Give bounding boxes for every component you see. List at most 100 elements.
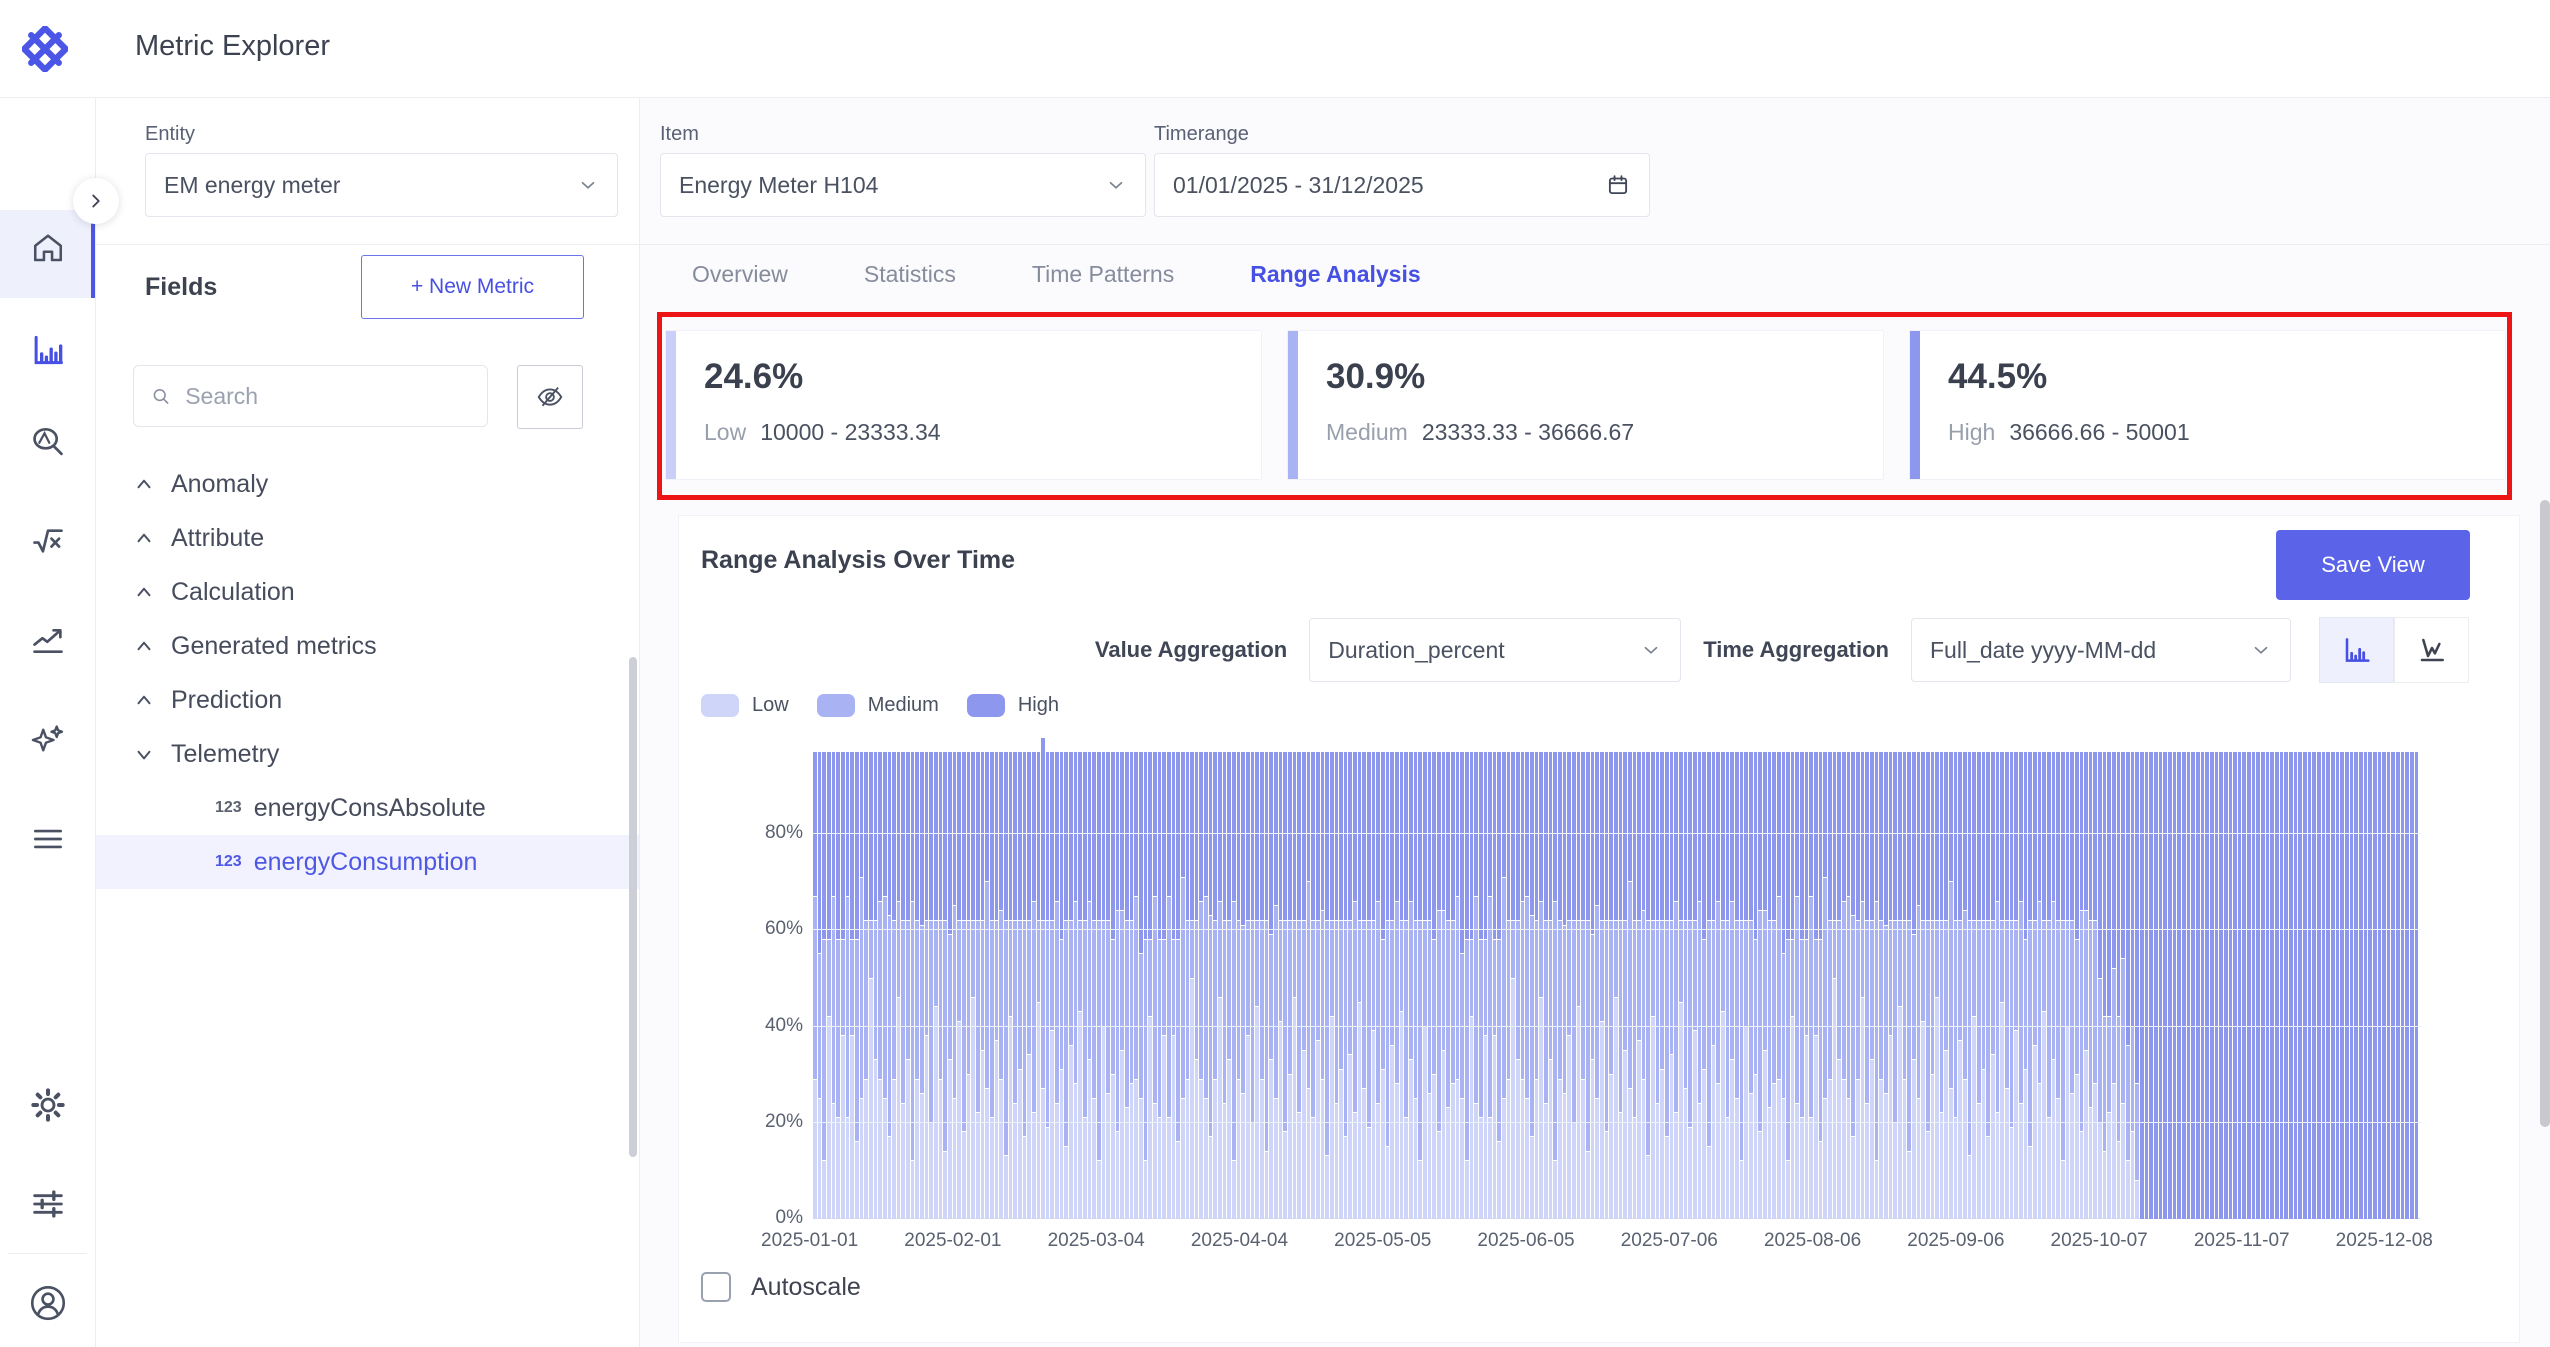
tree-field-energyConsAbsolute[interactable]: 123energyConsAbsolute <box>95 781 639 835</box>
search-input[interactable] <box>183 382 471 411</box>
stacked-bar[interactable] <box>1609 738 1613 1219</box>
stacked-bar[interactable] <box>999 738 1003 1219</box>
stacked-bar[interactable] <box>2047 738 2051 1219</box>
stacked-bar[interactable] <box>2247 738 2251 1219</box>
stacked-bar[interactable] <box>1088 738 1092 1219</box>
stacked-bar[interactable] <box>1237 738 1241 1219</box>
stacked-bar[interactable] <box>1209 738 1213 1219</box>
stacked-bar[interactable] <box>1009 738 1013 1219</box>
stacked-bar[interactable] <box>1404 738 1408 1219</box>
stacked-bar[interactable] <box>1642 738 1646 1219</box>
trend-icon[interactable] <box>0 620 95 658</box>
stacked-bar[interactable] <box>1679 738 1683 1219</box>
stacked-bar[interactable] <box>1344 738 1348 1219</box>
stacked-bar[interactable] <box>1586 738 1590 1219</box>
stacked-bar[interactable] <box>1805 738 1809 1219</box>
stacked-bar[interactable] <box>1097 738 1101 1219</box>
stacked-bar[interactable] <box>2084 738 2088 1219</box>
stacked-bar[interactable] <box>1302 738 1306 1219</box>
stacked-bar[interactable] <box>2270 738 2274 1219</box>
stacked-bar[interactable] <box>1740 738 1744 1219</box>
stacked-bar[interactable] <box>1111 738 1115 1219</box>
tree-group-generated-metrics[interactable]: Generated metrics <box>95 619 639 673</box>
stacked-bar[interactable] <box>1595 738 1599 1219</box>
stacked-bar[interactable] <box>878 738 882 1219</box>
stacked-bar[interactable] <box>1833 738 1837 1219</box>
stacked-bar[interactable] <box>892 738 896 1219</box>
stacked-bar[interactable] <box>1027 738 1031 1219</box>
stacked-bar[interactable] <box>1148 738 1152 1219</box>
stacked-bar[interactable] <box>2093 738 2097 1219</box>
stacked-bar[interactable] <box>1958 738 1962 1219</box>
stacked-bar[interactable] <box>2163 738 2167 1219</box>
stacked-bar[interactable] <box>1525 738 1529 1219</box>
stacked-bar[interactable] <box>1134 738 1138 1219</box>
stacked-bar[interactable] <box>883 738 887 1219</box>
stacked-bar[interactable] <box>1693 738 1697 1219</box>
stacked-bar[interactable] <box>1158 738 1162 1219</box>
stacked-bar[interactable] <box>1917 738 1921 1219</box>
stacked-bar[interactable] <box>1991 738 1995 1219</box>
stacked-bar[interactable] <box>841 738 845 1219</box>
stacked-bar[interactable] <box>934 738 938 1219</box>
stacked-bar[interactable] <box>1297 738 1301 1219</box>
stacked-bar[interactable] <box>1907 738 1911 1219</box>
stacked-bar[interactable] <box>1903 738 1907 1219</box>
stacked-bar[interactable] <box>1535 738 1539 1219</box>
stacked-bar[interactable] <box>1502 738 1506 1219</box>
stacked-bar[interactable] <box>1451 738 1455 1219</box>
tab-time-patterns[interactable]: Time Patterns <box>1030 257 1176 292</box>
stacked-bar[interactable] <box>1395 738 1399 1219</box>
stacked-bar[interactable] <box>1721 738 1725 1219</box>
stacked-bar[interactable] <box>1367 738 1371 1219</box>
stacked-bar[interactable] <box>1246 738 1250 1219</box>
stacked-bar[interactable] <box>1856 738 1860 1219</box>
stacked-bar[interactable] <box>1898 738 1902 1219</box>
stacked-bar[interactable] <box>1497 738 1501 1219</box>
stacked-bar[interactable] <box>2196 738 2200 1219</box>
stacked-bar[interactable] <box>2345 738 2349 1219</box>
stacked-bar[interactable] <box>1199 738 1203 1219</box>
stacked-bar[interactable] <box>1623 738 1627 1219</box>
stacked-bar[interactable] <box>2298 738 2302 1219</box>
stacked-bar[interactable] <box>995 738 999 1219</box>
tab-overview[interactable]: Overview <box>690 257 790 292</box>
stacked-bar[interactable] <box>2070 738 2074 1219</box>
stacked-bar[interactable] <box>2242 738 2246 1219</box>
stacked-bar[interactable] <box>2149 738 2153 1219</box>
stacked-bar[interactable] <box>2289 738 2293 1219</box>
stacked-bar[interactable] <box>2042 738 2046 1219</box>
stacked-bar[interactable] <box>1376 738 1380 1219</box>
stacked-bar[interactable] <box>1553 738 1557 1219</box>
stacked-bar[interactable] <box>2005 738 2009 1219</box>
stacked-bar[interactable] <box>1460 738 1464 1219</box>
hide-fields-button[interactable] <box>517 365 583 429</box>
stacked-bar[interactable] <box>1353 738 1357 1219</box>
stacked-bar[interactable] <box>1358 738 1362 1219</box>
stacked-bar[interactable] <box>1572 738 1576 1219</box>
stacked-bar[interactable] <box>846 738 850 1219</box>
stacked-bar[interactable] <box>2187 738 2191 1219</box>
timerange-picker[interactable]: 01/01/2025 - 31/12/2025 <box>1154 153 1650 217</box>
stacked-bar[interactable] <box>1456 738 1460 1219</box>
stacked-bar[interactable] <box>1050 738 1054 1219</box>
stacked-bar[interactable] <box>957 738 961 1219</box>
stacked-bar[interactable] <box>1255 738 1259 1219</box>
stacked-bar[interactable] <box>1530 738 1534 1219</box>
stacked-bar[interactable] <box>1269 738 1273 1219</box>
stacked-bar[interactable] <box>2331 738 2335 1219</box>
stacked-bar[interactable] <box>1274 738 1278 1219</box>
stacked-bar[interactable] <box>1218 738 1222 1219</box>
stacked-bar[interactable] <box>832 738 836 1219</box>
stacked-bar[interactable] <box>2066 738 2070 1219</box>
tree-field-energyConsumption[interactable]: 123energyConsumption <box>95 835 639 889</box>
stacked-bar[interactable] <box>1837 738 1841 1219</box>
stacked-bar[interactable] <box>2126 738 2130 1219</box>
stacked-bar[interactable] <box>2401 738 2405 1219</box>
stacked-bar[interactable] <box>1698 738 1702 1219</box>
stacked-bar[interactable] <box>818 738 822 1219</box>
stacked-bar[interactable] <box>1563 738 1567 1219</box>
stacked-bar[interactable] <box>1400 738 1404 1219</box>
stacked-bar[interactable] <box>2233 738 2237 1219</box>
stacked-bar[interactable] <box>1968 738 1972 1219</box>
